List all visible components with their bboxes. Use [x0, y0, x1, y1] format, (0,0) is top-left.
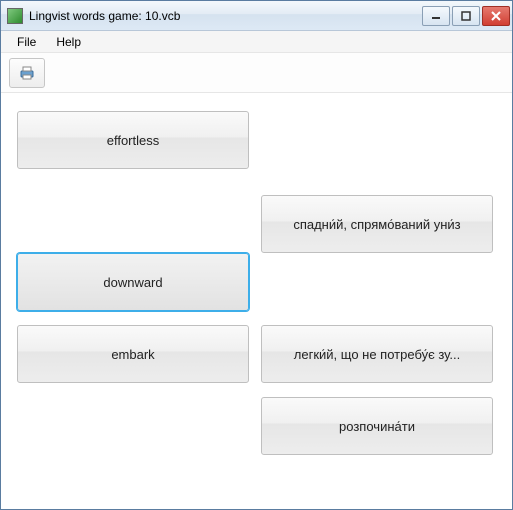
- word-label: effortless: [107, 133, 160, 148]
- minimize-button[interactable]: [422, 6, 450, 26]
- close-icon: [491, 11, 501, 21]
- window-controls: [422, 6, 510, 26]
- word-card-left[interactable]: effortless: [17, 111, 249, 169]
- titlebar[interactable]: Lingvist words game: 10.vcb: [1, 1, 512, 31]
- content-area: effortless downward embark спадни́й, спр…: [1, 93, 512, 509]
- word-label: розпочина́ти: [339, 419, 415, 434]
- menu-file[interactable]: File: [7, 33, 46, 51]
- window-title: Lingvist words game: 10.vcb: [29, 9, 422, 23]
- menu-help[interactable]: Help: [46, 33, 91, 51]
- print-button[interactable]: [9, 58, 45, 88]
- menubar: File Help: [1, 31, 512, 53]
- word-label: downward: [103, 275, 162, 290]
- word-card-left-selected[interactable]: downward: [17, 253, 249, 311]
- maximize-icon: [461, 11, 471, 21]
- toolbar: [1, 53, 512, 93]
- word-label: спадни́й, спрямо́ваний уни́з: [293, 217, 460, 232]
- word-card-left[interactable]: embark: [17, 325, 249, 383]
- close-button[interactable]: [482, 6, 510, 26]
- word-label: легки́й, що не потребу́є зу...: [294, 347, 460, 362]
- word-card-right[interactable]: легки́й, що не потребу́є зу...: [261, 325, 493, 383]
- word-label: embark: [111, 347, 154, 362]
- word-card-right[interactable]: спадни́й, спрямо́ваний уни́з: [261, 195, 493, 253]
- word-card-right[interactable]: розпочина́ти: [261, 397, 493, 455]
- minimize-icon: [431, 11, 441, 21]
- print-icon: [18, 64, 36, 82]
- maximize-button[interactable]: [452, 6, 480, 26]
- app-window: Lingvist words game: 10.vcb File Help: [0, 0, 513, 510]
- app-icon: [7, 8, 23, 24]
